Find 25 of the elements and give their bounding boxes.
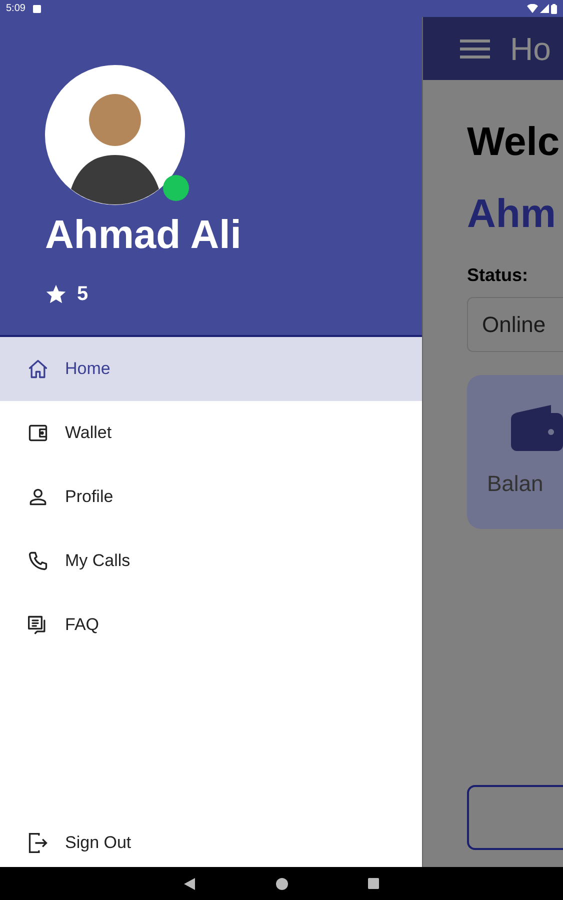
phone-icon [27,550,49,572]
back-icon[interactable] [184,878,196,890]
welcome-heading: Welc [467,119,561,166]
user-name-heading: Ahm [467,191,557,238]
menu-icon[interactable] [460,38,490,60]
user-name: Ahmad Ali [45,212,242,259]
notification-icon [33,4,42,12]
person-icon [27,486,49,508]
star-icon [45,283,67,305]
logout-icon [27,832,49,854]
home-icon [27,358,49,380]
wifi-icon [527,4,538,13]
app-bar-title: Ho [510,30,551,68]
drawer-item[interactable]: Home [0,337,422,401]
status-time: 5:09 [6,2,26,16]
wallet-icon [511,405,563,451]
outlined-button[interactable] [467,785,563,850]
home-button-icon[interactable] [276,878,288,890]
rating-value: 5 [77,282,88,307]
battery-icon [551,4,557,14]
sign-out-item[interactable]: Sign Out [0,819,422,867]
wallet-icon [27,422,49,444]
status-dropdown[interactable]: Online [467,297,563,352]
signal-icon [540,4,549,13]
status-label: Status: [467,264,530,287]
